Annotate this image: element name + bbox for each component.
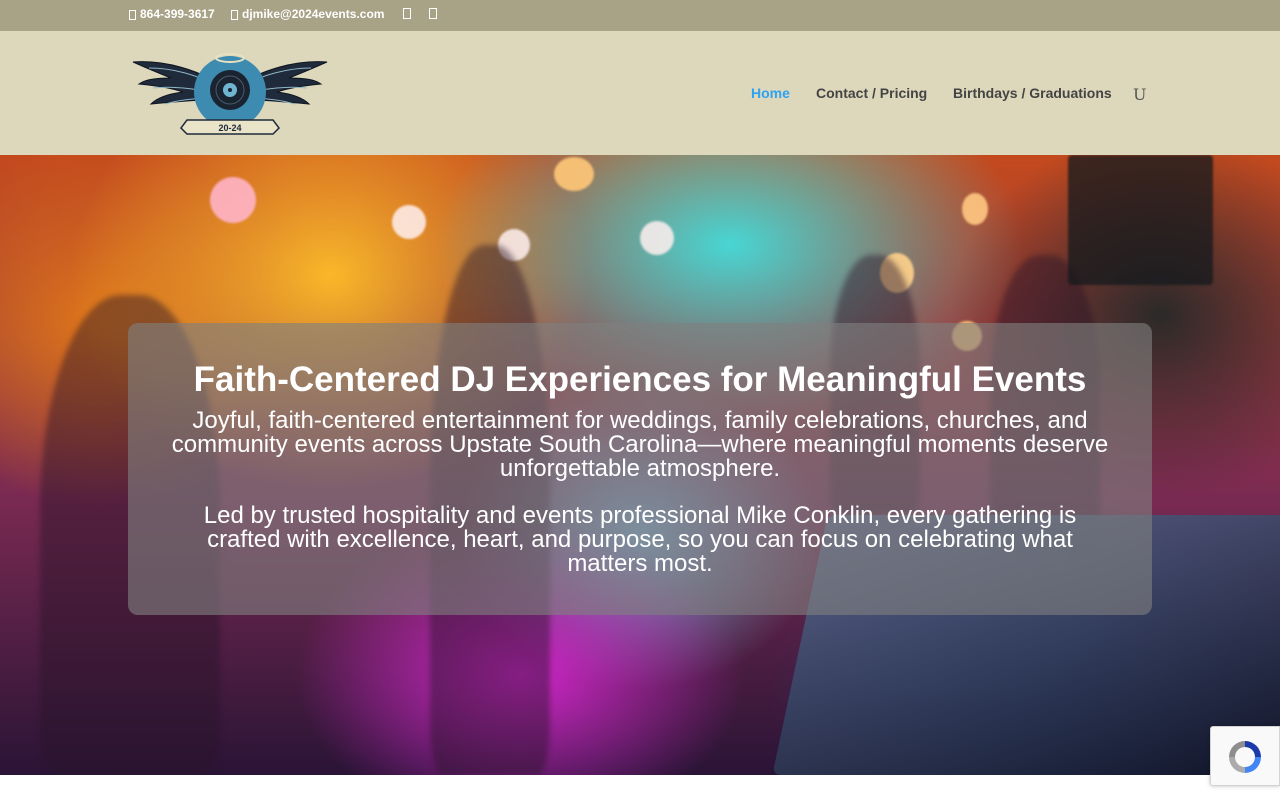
phone-icon [129,9,136,20]
nav-home[interactable]: Home [751,85,790,101]
speaker [1068,155,1213,285]
recaptcha-badge[interactable] [1210,726,1280,786]
phone-contact[interactable]: 864-399-3617 [129,8,215,21]
hero-paragraph-2: Led by trusted hospitality and events pr… [203,502,1077,577]
bokeh-light [962,193,988,225]
instagram-icon[interactable] [429,8,437,19]
recaptcha-icon [1229,741,1261,773]
logo-text: 20-24 [218,123,241,133]
top-bar: 864-399-3617 djmike@2024events.com [0,0,1280,31]
search-icon[interactable]: U [1133,85,1146,104]
bokeh-light [210,177,256,223]
envelope-icon [231,9,238,20]
facebook-icon[interactable] [403,8,411,19]
hero-paragraph-1: Joyful, faith-centered entertainment for… [171,407,1109,482]
nav-contact-pricing[interactable]: Contact / Pricing [816,85,927,101]
bokeh-light [392,205,426,239]
hero-title: Faith-Centered DJ Experiences for Meanin… [193,360,1087,399]
dj-logo-icon[interactable]: 20-24 [131,48,329,136]
nav-birthdays-graduations[interactable]: Birthdays / Graduations [953,85,1112,101]
site-header: 20-24 Home Contact / Pricing Birthdays /… [0,31,1280,155]
hero-section: Faith-Centered DJ Experiences for Meanin… [0,155,1280,775]
bokeh-light [554,157,594,191]
bokeh-light [640,221,674,255]
email-contact[interactable]: djmike@2024events.com [231,8,384,21]
phone-number[interactable]: 864-399-3617 [140,8,215,21]
email-address[interactable]: djmike@2024events.com [242,8,384,21]
